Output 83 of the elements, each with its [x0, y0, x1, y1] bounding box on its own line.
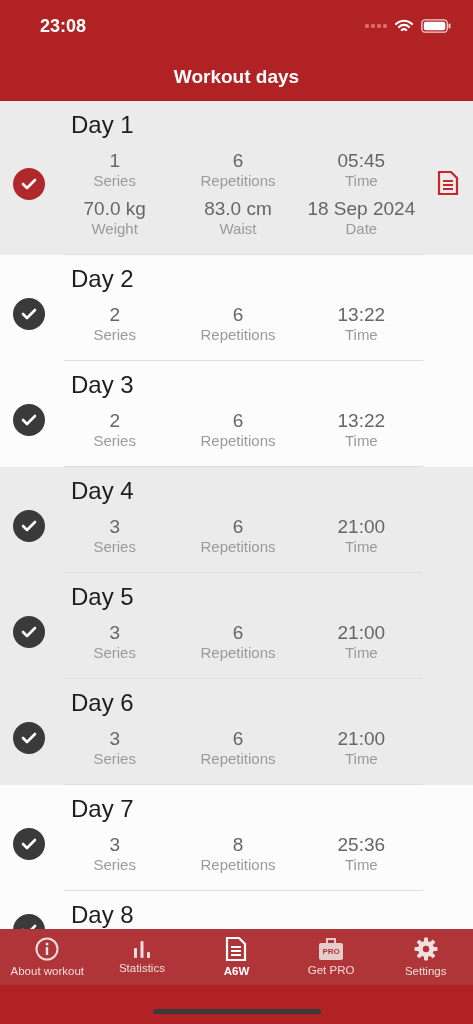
check-icon: [12, 404, 45, 436]
stat-value: 6: [232, 150, 244, 172]
stat-label: Waist: [219, 220, 257, 238]
check-icon: [12, 616, 45, 648]
stat-value: 3: [109, 516, 120, 538]
stat-label: Repetitions: [200, 644, 276, 662]
stat-label: Time: [344, 538, 378, 556]
stat-label: Time: [344, 856, 378, 874]
stat-label: Weight: [91, 220, 138, 238]
stat-value: 83.0 cm: [204, 198, 272, 220]
stat-label: Series: [93, 856, 136, 874]
stat-label: Series: [93, 432, 136, 450]
stat-label: Series: [93, 750, 136, 768]
stat-label: Series: [93, 644, 136, 662]
stat-value: 8: [232, 834, 244, 856]
stat-label: Repetitions: [200, 172, 276, 190]
stat-value: 18 Sep 2024: [307, 198, 416, 220]
stat-label: Series: [93, 172, 136, 190]
check-icon: [12, 168, 45, 200]
stat-value: 21:00: [337, 516, 386, 538]
day-title: Day 5: [71, 582, 135, 612]
stat-label: Series: [93, 538, 136, 556]
check-icon: [12, 828, 45, 860]
day-row[interactable]: Day 5 3 Series 6 Repetitions 21:00 Time: [0, 573, 473, 679]
stat-label: Repetitions: [200, 326, 276, 344]
tab-item[interactable]: PRO Get PRO: [283, 929, 379, 985]
stat-value: 3: [109, 728, 120, 750]
check-icon: [12, 510, 45, 542]
document-icon: [225, 937, 248, 961]
bar-chart-icon: [132, 940, 151, 958]
day-title: Day 8: [71, 900, 135, 929]
stat-label: Time: [344, 750, 378, 768]
document-icon: [437, 171, 459, 195]
stat-value: 70.0 kg: [83, 198, 146, 220]
signal-icon: [365, 23, 387, 29]
stat-label: Time: [344, 432, 378, 450]
screen-title: Workout days: [173, 65, 300, 88]
stat-value: 05:45: [337, 150, 386, 172]
tab-item[interactable]: A6W: [189, 929, 284, 985]
stat-value: 6: [232, 410, 244, 432]
day-title: Day 6: [71, 688, 135, 718]
stat-value: 13:22: [337, 410, 386, 432]
stat-value: 6: [232, 516, 244, 538]
stat-value: 21:00: [337, 622, 386, 644]
stat-value: 25:36: [337, 834, 386, 856]
stat-label: Time: [344, 326, 378, 344]
check-icon: [12, 298, 45, 330]
stat-label: Repetitions: [200, 538, 276, 556]
stat-label: Date: [345, 220, 378, 238]
day-row[interactable]: Day 1 1 Series 6 Repetitions 05:45 Time 70.0 kg Weight 83.0 cm Waist 18 Sep 2024 Date: [0, 101, 473, 255]
stat-value: 6: [232, 304, 244, 326]
stat-value: 3: [109, 834, 120, 856]
battery-icon: [421, 19, 451, 33]
day-title: Day 4: [71, 476, 135, 506]
check-icon: [12, 722, 45, 754]
day-title: Day 3: [71, 370, 135, 400]
stat-value: 13:22: [337, 304, 386, 326]
day-title: Day 2: [71, 264, 135, 294]
settings-icon: [413, 937, 438, 961]
stat-value: 3: [109, 622, 120, 644]
stat-value: 6: [232, 728, 244, 750]
stat-value: 6: [232, 622, 244, 644]
stat-label: Repetitions: [200, 856, 276, 874]
day-row[interactable]: Day 6 3 Series 6 Repetitions 21:00 Time: [0, 679, 473, 785]
day-title: Day 1: [71, 110, 135, 140]
stat-value: 2: [109, 304, 120, 326]
info-icon: [35, 937, 60, 961]
stat-label: Time: [344, 172, 378, 190]
tab-item[interactable]: Statistics: [94, 929, 190, 985]
wifi-icon: [395, 19, 413, 33]
pro-label: PRO: [322, 947, 340, 956]
tab-item[interactable]: Settings: [378, 929, 473, 985]
tab-item[interactable]: About workout: [0, 929, 95, 985]
stat-label: Series: [93, 326, 136, 344]
status-time: 23:08: [40, 15, 87, 37]
stat-label: Time: [344, 644, 378, 662]
stat-value: 21:00: [337, 728, 386, 750]
stat-value: 1: [109, 150, 120, 172]
stat-label: Repetitions: [200, 750, 276, 768]
day-row[interactable]: Day 4 3 Series 6 Repetitions 21:00 Time: [0, 467, 473, 573]
stat-value: 2: [109, 410, 120, 432]
stat-label: Repetitions: [200, 432, 276, 450]
day-title: Day 7: [71, 794, 135, 824]
